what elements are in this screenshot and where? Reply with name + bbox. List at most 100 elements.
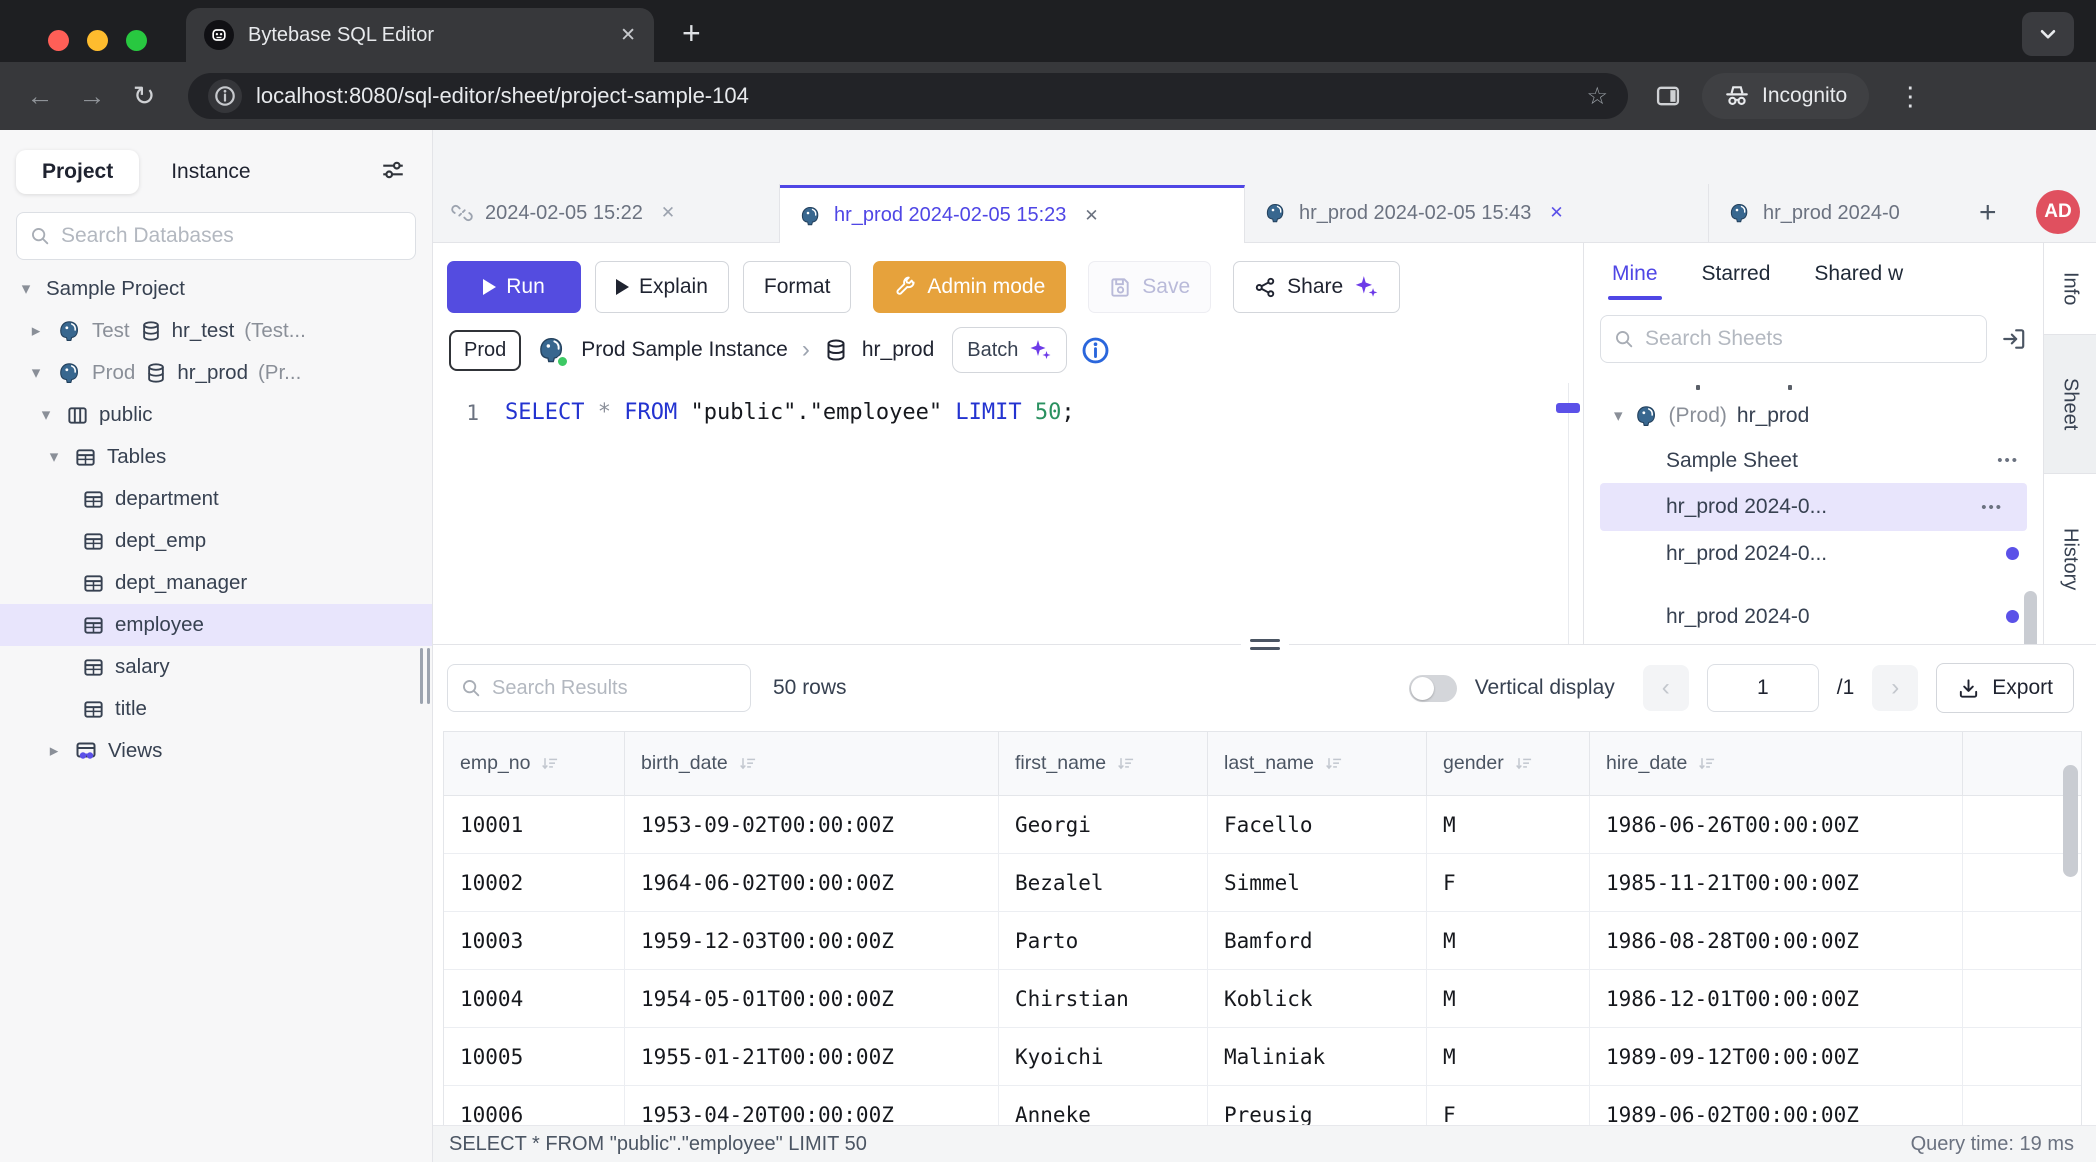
close-tab-icon[interactable]: ✕: [1084, 206, 1098, 226]
cell[interactable]: F: [1427, 854, 1590, 911]
cell[interactable]: 1964-06-02T00:00:00Z: [625, 854, 999, 911]
cell[interactable]: Chirstian: [999, 970, 1208, 1027]
cell[interactable]: Koblick: [1208, 970, 1427, 1027]
sort-icon[interactable]: [1697, 754, 1717, 774]
page-input[interactable]: [1707, 664, 1819, 712]
browser-tab-close-icon[interactable]: ✕: [620, 24, 636, 47]
tab-starred[interactable]: Starred: [1684, 248, 1789, 302]
caret-right-icon[interactable]: ▸: [44, 741, 64, 761]
tree-item-table-dept-manager[interactable]: dept_manager: [0, 562, 432, 604]
tree-item-project[interactable]: ▾ Sample Project: [0, 268, 432, 310]
sql-statement[interactable]: SELECT * FROM "public"."employee" LIMIT …: [505, 396, 1075, 644]
site-info-icon[interactable]: [208, 79, 242, 113]
tab-instance[interactable]: Instance: [145, 150, 276, 194]
tab-mine[interactable]: Mine: [1594, 248, 1676, 302]
tree-item-tables-group[interactable]: ▾ Tables: [0, 436, 432, 478]
column-header-emp-no[interactable]: emp_no: [444, 732, 625, 795]
tree-item-views-group[interactable]: ▸ Views: [0, 730, 432, 772]
sheet-item-clipped[interactable]: hr_prod 2024-0: [1584, 594, 2043, 639]
sheet-search-input[interactable]: [1645, 327, 1974, 351]
sheet-tab-4[interactable]: hr_prod 2024-0: [1709, 184, 1965, 242]
sql-code-area[interactable]: 1 SELECT * FROM "public"."employee" LIMI…: [433, 383, 1583, 644]
next-page-button[interactable]: ›: [1872, 665, 1918, 711]
instance-name[interactable]: Prod Sample Instance: [581, 338, 788, 362]
tree-item-table-dept-emp[interactable]: dept_emp: [0, 520, 432, 562]
reload-icon[interactable]: ↻: [122, 81, 166, 112]
filter-settings-icon[interactable]: [370, 151, 416, 194]
tree-item-table-title[interactable]: title: [0, 688, 432, 730]
save-button[interactable]: Save: [1088, 261, 1211, 313]
cell[interactable]: Parto: [999, 912, 1208, 969]
add-sheet-button[interactable]: +: [1979, 196, 1997, 230]
table-row[interactable]: 10002 1964-06-02T00:00:00Z Bezalel Simme…: [444, 854, 2081, 912]
sheet-list-scrollbar[interactable]: [2024, 591, 2037, 644]
column-header-gender[interactable]: gender: [1427, 732, 1590, 795]
database-name[interactable]: hr_prod: [862, 338, 934, 362]
admin-mode-button[interactable]: Admin mode: [873, 261, 1066, 313]
browser-menu-icon[interactable]: ⋮: [1889, 81, 1931, 112]
tree-item-schema-public[interactable]: ▾ public: [0, 394, 432, 436]
close-tab-icon[interactable]: ✕: [1549, 203, 1563, 223]
results-scrollbar[interactable]: [2063, 765, 2078, 877]
sheet-item-selected[interactable]: hr_prod 2024-0... •••: [1600, 483, 2027, 531]
caret-down-icon[interactable]: ▾: [16, 279, 36, 299]
address-bar[interactable]: localhost:8080/sql-editor/sheet/project-…: [188, 73, 1628, 119]
cell[interactable]: 1989-09-12T00:00:00Z: [1590, 1028, 1963, 1085]
cell[interactable]: 1986-06-26T00:00:00Z: [1590, 796, 1963, 853]
more-menu-icon[interactable]: •••: [1981, 499, 2003, 516]
database-search-input[interactable]: [61, 224, 403, 248]
cell[interactable]: Georgi: [999, 796, 1208, 853]
cell[interactable]: 10003: [444, 912, 625, 969]
vertical-display-toggle[interactable]: [1409, 675, 1457, 702]
cell[interactable]: 1955-01-21T00:00:00Z: [625, 1028, 999, 1085]
caret-down-icon[interactable]: ▾: [44, 447, 64, 467]
table-row[interactable]: 10004 1954-05-01T00:00:00Z Chirstian Kob…: [444, 970, 2081, 1028]
format-button[interactable]: Format: [743, 261, 852, 313]
sort-icon[interactable]: [540, 754, 560, 774]
new-browser-tab-button[interactable]: +: [682, 15, 701, 52]
cell[interactable]: 1953-04-20T00:00:00Z: [625, 1086, 999, 1125]
table-row[interactable]: 10005 1955-01-21T00:00:00Z Kyoichi Malin…: [444, 1028, 2081, 1086]
sheet-tab-3[interactable]: hr_prod 2024-02-05 15:43 ✕: [1245, 184, 1709, 242]
database-search[interactable]: [16, 212, 416, 260]
export-button[interactable]: Export: [1936, 663, 2074, 713]
side-panel-icon[interactable]: [1654, 82, 1682, 110]
sheet-item-sample[interactable]: Sample Sheet •••: [1584, 438, 2043, 483]
results-search[interactable]: [447, 664, 751, 712]
minimize-window-button[interactable]: [87, 30, 108, 51]
sheet-search[interactable]: [1600, 315, 1987, 363]
column-header-hire-date[interactable]: hire_date: [1590, 732, 1963, 795]
tree-item-table-department[interactable]: department: [0, 478, 432, 520]
sheet-tab-1[interactable]: 2024-02-05 15:22 ✕: [433, 184, 780, 242]
cell[interactable]: M: [1427, 796, 1590, 853]
ai-sparkle-icon[interactable]: [1353, 274, 1379, 300]
sort-icon[interactable]: [1514, 754, 1534, 774]
cell[interactable]: M: [1427, 970, 1590, 1027]
panel-resize-handle[interactable]: [1241, 635, 1289, 653]
tab-shared[interactable]: Shared w: [1796, 248, 1921, 302]
user-avatar[interactable]: AD: [2036, 190, 2080, 234]
tree-item-table-employee[interactable]: employee: [0, 604, 432, 646]
caret-down-icon[interactable]: ▾: [26, 363, 46, 383]
sheet-item-unsaved[interactable]: hr_prod 2024-0...: [1584, 531, 2043, 576]
cell[interactable]: F: [1427, 1086, 1590, 1125]
tab-project[interactable]: Project: [16, 150, 139, 194]
table-row-clipped[interactable]: 10006 1953-04-20T00:00:00Z Anneke Preusi…: [444, 1086, 2081, 1125]
table-row[interactable]: 10001 1953-09-02T00:00:00Z Georgi Facell…: [444, 796, 2081, 854]
cell[interactable]: Simmel: [1208, 854, 1427, 911]
cell[interactable]: 1959-12-03T00:00:00Z: [625, 912, 999, 969]
caret-right-icon[interactable]: ▸: [26, 321, 46, 341]
cell[interactable]: Bezalel: [999, 854, 1208, 911]
cell[interactable]: Preusig: [1208, 1086, 1427, 1125]
cell[interactable]: 10006: [444, 1086, 625, 1125]
caret-down-icon[interactable]: ▾: [36, 405, 56, 425]
sheet-tab-2-active[interactable]: hr_prod 2024-02-05 15:23 ✕: [780, 185, 1245, 243]
forward-icon[interactable]: →: [70, 81, 114, 112]
tree-item-table-salary[interactable]: salary: [0, 646, 432, 688]
tab-sheet[interactable]: Sheet: [2044, 335, 2096, 475]
browser-tab[interactable]: Bytebase SQL Editor ✕: [186, 8, 654, 62]
cell[interactable]: Anneke: [999, 1086, 1208, 1125]
share-button[interactable]: Share: [1233, 261, 1400, 313]
import-sheet-icon[interactable]: [2001, 326, 2027, 352]
sort-icon[interactable]: [1324, 754, 1344, 774]
